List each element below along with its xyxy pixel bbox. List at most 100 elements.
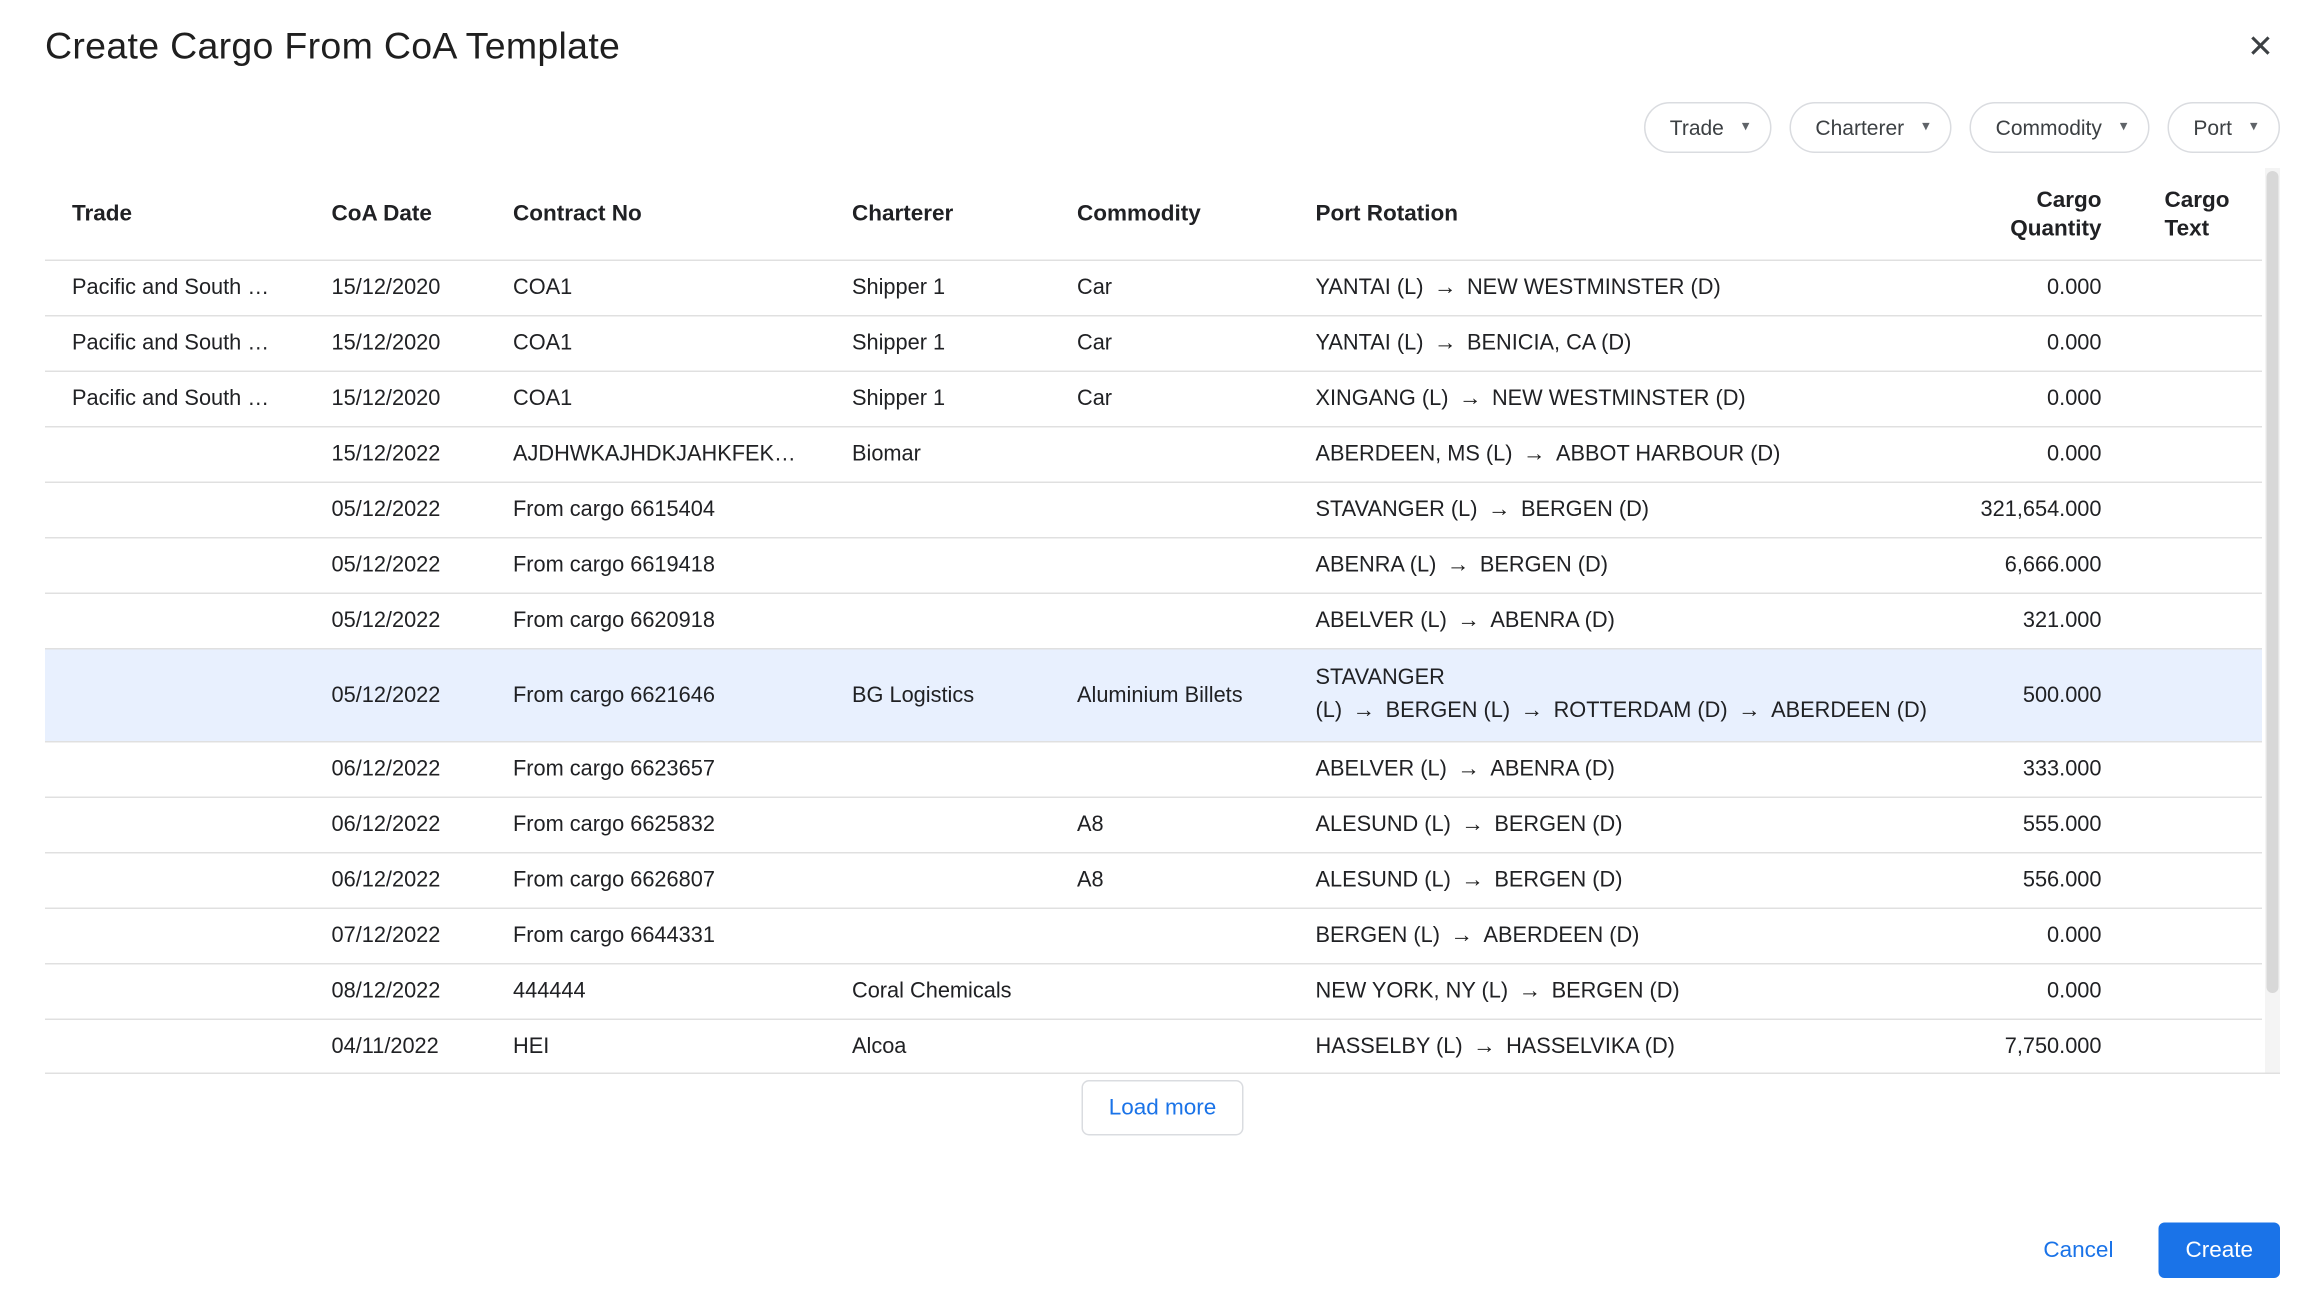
load-more-container: Load more (45, 1080, 2280, 1136)
table-row[interactable]: 05/12/2022 From cargo 6619418 ABENRA (L)… (45, 539, 2262, 595)
port-name: NEW WESTMINSTER (D) (1492, 387, 1746, 411)
table-row[interactable]: 06/12/2022 From cargo 6623657 ABELVER (L… (45, 743, 2262, 799)
cell-cargo-quantity: 321,654.000 (1928, 498, 2108, 522)
vertical-scrollbar[interactable] (2265, 168, 2280, 1074)
cell-commodity: Aluminium Billets (1050, 683, 1289, 707)
port-name: BENICIA, CA (D) (1467, 332, 1631, 356)
cell-port-rotation: YANTAI (L)→BENICIA, CA (D) (1289, 327, 1928, 360)
col-contract-no: Contract No (486, 200, 825, 229)
table-row[interactable]: Pacific and South … 15/12/2020 COA1 Ship… (45, 372, 2262, 428)
port-name: ABERDEEN (D) (1484, 924, 1640, 948)
filter-port-label: Port (2193, 116, 2232, 140)
port-name: XINGANG (L) (1316, 387, 1449, 411)
table-row[interactable]: 15/12/2022 AJDHWKAJHDKJAHKFEK… Biomar AB… (45, 428, 2262, 484)
port-segment: →NEW WESTMINSTER (D) (1423, 276, 1720, 300)
arrow-right-icon: → (1738, 698, 1761, 724)
arrow-right-icon: → (1434, 275, 1457, 301)
port-name: BERGEN (D) (1494, 813, 1622, 837)
cell-trade: Pacific and South … (45, 332, 305, 356)
table-row[interactable]: 05/12/2022 From cargo 6615404 STAVANGER … (45, 483, 2262, 539)
port-name: BERGEN (D) (1521, 498, 1649, 522)
create-button[interactable]: Create (2158, 1223, 2280, 1279)
filter-commodity[interactable]: Commodity ▾ (1970, 102, 2150, 153)
cell-trade: Pacific and South … (45, 387, 305, 411)
create-cargo-dialog: Create Cargo From CoA Template ✕ Trade ▾… (0, 0, 2304, 1296)
port-name: BERGEN (L) (1316, 924, 1441, 948)
close-icon[interactable]: ✕ (2235, 21, 2286, 72)
load-more-button[interactable]: Load more (1082, 1080, 1244, 1136)
cell-coa-date: 05/12/2022 (305, 609, 487, 633)
arrow-right-icon: → (1461, 812, 1484, 838)
cell-coa-date: 15/12/2020 (305, 332, 487, 356)
port-name: ABERDEEN, MS (L) (1316, 443, 1513, 467)
cell-port-rotation: STAVANGER (L)→BERGEN (L)→ROTTERDAM (D)→A… (1289, 663, 1928, 728)
col-commodity: Commodity (1050, 200, 1289, 229)
cell-contract-no: AJDHWKAJHDKJAHKFEK… (486, 443, 825, 467)
cell-contract-no: HEI (486, 1035, 825, 1059)
table-row[interactable]: 07/12/2022 From cargo 6644331 BERGEN (L)… (45, 909, 2262, 965)
port-name: BERGEN (D) (1480, 554, 1608, 578)
table-row[interactable]: 04/11/2022 HEI Alcoa HASSELBY (L)→HASSEL… (45, 1020, 2262, 1074)
port-segment: →BERGEN (D) (1508, 980, 1680, 1004)
port-name: ABENRA (L) (1316, 554, 1437, 578)
port-name: ABENRA (D) (1490, 758, 1615, 782)
cell-port-rotation: STAVANGER (L)→BERGEN (D) (1289, 494, 1928, 527)
cell-charterer: Shipper 1 (825, 332, 1050, 356)
arrow-right-icon: → (1459, 386, 1482, 412)
port-segment: →BERGEN (D) (1477, 498, 1649, 522)
cell-coa-date: 15/12/2020 (305, 276, 487, 300)
table-row-selected[interactable]: 05/12/2022 From cargo 6621646 BG Logisti… (45, 650, 2262, 743)
port-name: BERGEN (D) (1494, 869, 1622, 893)
port-segment: → ABENRA (D) (1447, 758, 1615, 782)
filter-trade[interactable]: Trade ▾ (1644, 102, 1772, 153)
cell-cargo-quantity: 556.000 (1928, 869, 2108, 893)
cell-contract-no: COA1 (486, 387, 825, 411)
table-row[interactable]: 06/12/2022 From cargo 6625832 A8 ALESUND… (45, 798, 2262, 854)
table-content: Trade CoA Date Contract No Charterer Com… (45, 168, 2262, 1074)
table-row[interactable]: Pacific and South … 15/12/2020 COA1 Ship… (45, 261, 2262, 317)
cancel-button[interactable]: Cancel (2043, 1238, 2113, 1264)
table-row[interactable]: 08/12/2022 444444 Coral Chemicals NEW YO… (45, 965, 2262, 1021)
cell-coa-date: 04/11/2022 (305, 1035, 487, 1059)
arrow-right-icon: → (1447, 552, 1470, 578)
cell-cargo-quantity: 500.000 (1928, 683, 2108, 707)
cell-cargo-quantity: 0.000 (1928, 332, 2108, 356)
port-segment: →BERGEN (L) (1342, 699, 1510, 723)
port-segment: → NEW WESTMINSTER (D) (1448, 387, 1745, 411)
arrow-right-icon: → (1457, 608, 1480, 634)
col-port-rotation: Port Rotation (1289, 200, 1928, 229)
cell-contract-no: COA1 (486, 276, 825, 300)
cell-cargo-quantity: 7,750.000 (1928, 1035, 2108, 1059)
col-cargo-text: Cargo Text (2108, 185, 2263, 242)
port-name: HASSELBY (L) (1316, 1035, 1463, 1059)
caret-down-icon: ▾ (2120, 120, 2128, 135)
cell-charterer: BG Logistics (825, 683, 1050, 707)
table-header: Trade CoA Date Contract No Charterer Com… (45, 168, 2262, 261)
cell-cargo-quantity: 0.000 (1928, 276, 2108, 300)
cell-charterer: Coral Chemicals (825, 980, 1050, 1004)
port-name: ABELVER (L) (1316, 609, 1447, 633)
scrollbar-thumb[interactable] (2267, 171, 2279, 993)
cell-contract-no: From cargo 6621646 (486, 683, 825, 707)
cell-coa-date: 08/12/2022 (305, 980, 487, 1004)
filter-charterer[interactable]: Charterer ▾ (1790, 102, 1952, 153)
coa-template-table: Trade CoA Date Contract No Charterer Com… (45, 168, 2280, 1074)
arrow-right-icon: → (1457, 756, 1480, 782)
cell-contract-no: From cargo 6625832 (486, 813, 825, 837)
arrow-right-icon: → (1434, 330, 1457, 356)
port-name: ABBOT HARBOUR (D) (1556, 443, 1780, 467)
port-segment: →BERGEN (D) (1451, 869, 1623, 893)
filter-port[interactable]: Port ▾ (2168, 102, 2280, 153)
arrow-right-icon: → (1451, 923, 1474, 949)
port-name: ALESUND (L) (1316, 869, 1451, 893)
table-row[interactable]: Pacific and South … 15/12/2020 COA1 Ship… (45, 317, 2262, 373)
table-row[interactable]: 05/12/2022 From cargo 6620918 ABELVER (L… (45, 594, 2262, 650)
cell-cargo-quantity: 0.000 (1928, 980, 2108, 1004)
cell-cargo-quantity: 0.000 (1928, 443, 2108, 467)
table-row[interactable]: 06/12/2022 From cargo 6626807 A8 ALESUND… (45, 854, 2262, 910)
port-segment: → BERGEN (D) (1436, 554, 1608, 578)
cell-port-rotation: ALESUND (L)→BERGEN (D) (1289, 864, 1928, 897)
cell-cargo-quantity: 321.000 (1928, 609, 2108, 633)
cell-port-rotation: ABERDEEN, MS (L)→ABBOT HARBOUR (D) (1289, 438, 1928, 471)
cell-contract-no: 444444 (486, 980, 825, 1004)
